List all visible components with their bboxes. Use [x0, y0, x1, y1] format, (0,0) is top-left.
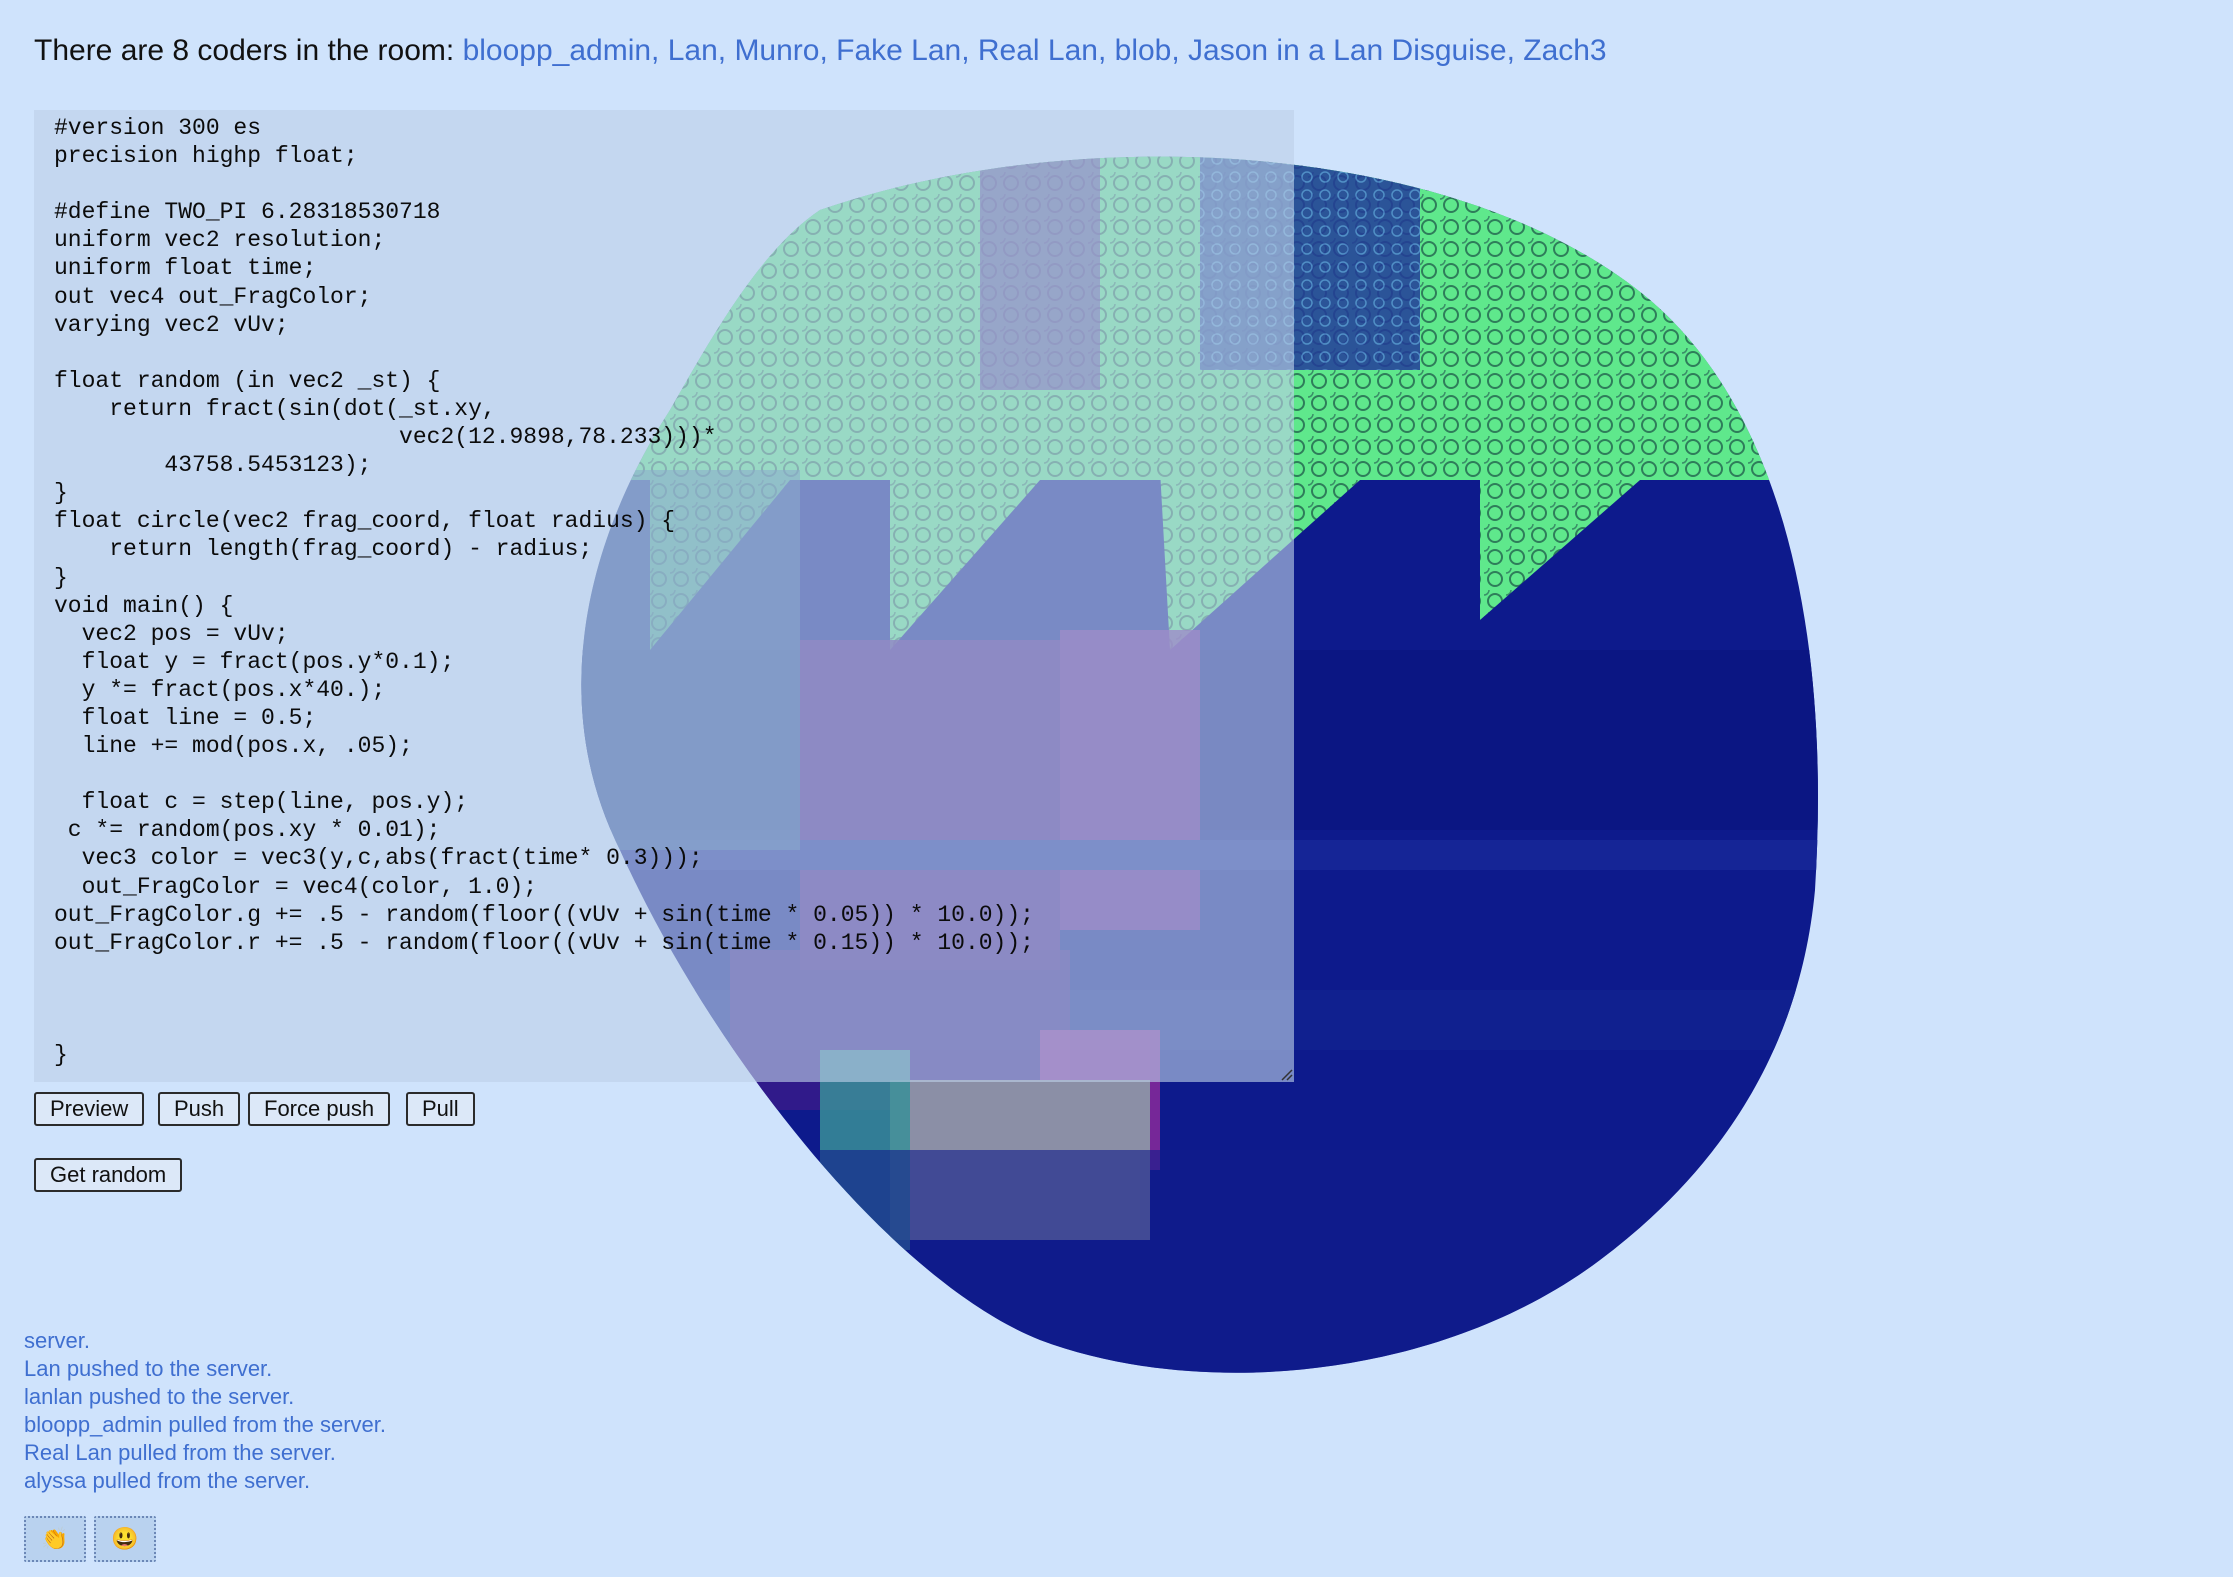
code-line: vec3 color = vec3(y,c,abs(fract(time* 0.…	[54, 845, 703, 872]
code-line: out_FragColor = vec4(color, 1.0);	[54, 873, 538, 900]
code-line: }	[54, 480, 68, 507]
code-line: y *= fract(pos.x*40.);	[54, 676, 386, 703]
code-line: precision highp float;	[54, 143, 358, 170]
code-line: float random (in vec2 _st) {	[54, 367, 441, 394]
clap-icon: 👏	[41, 1526, 69, 1551]
room-header: There are 8 coders in the room: bloopp_a…	[34, 34, 1607, 68]
coder-names: bloopp_admin, Lan, Munro, Fake Lan, Real…	[462, 34, 1607, 67]
code-line: out_FragColor.g += .5 - random(floor((vU…	[54, 901, 1034, 928]
log-entry: alyssa pulled from the server.	[24, 1468, 311, 1493]
code-line: out vec4 out_FragColor;	[54, 283, 372, 310]
log-entry: lanlan pushed to the server.	[24, 1384, 295, 1409]
code-line: line += mod(pos.x, .05);	[54, 733, 413, 760]
code-editor[interactable]: #version 300 es precision highp float; #de…	[34, 110, 1294, 1082]
code-line: uniform float time;	[54, 255, 317, 282]
log-entry: server.	[24, 1328, 91, 1353]
resize-handle-icon[interactable]	[1280, 1068, 1294, 1082]
code-line: c *= random(pos.xy * 0.01);	[54, 817, 441, 844]
code-line: vec2 pos = vUv;	[54, 620, 289, 647]
code-line: out_FragColor.r += .5 - random(floor((vU…	[54, 929, 1034, 956]
activity-log: server. Lan pushed to the server. lanlan p…	[24, 1327, 386, 1495]
force-push-button[interactable]: Force push	[248, 1092, 391, 1126]
code-line: #define TWO_PI 6.28318530718	[54, 199, 441, 226]
smiley-icon: 😃	[111, 1526, 139, 1551]
code-line: float circle(vec2 frag_coord, float radi…	[54, 508, 676, 535]
code-line: }	[54, 564, 68, 591]
code-line: float c = step(line, pos.y);	[54, 789, 469, 816]
code-line: float line = 0.5;	[54, 704, 317, 731]
log-entry: Lan pushed to the server.	[24, 1356, 273, 1381]
coder-count-text: There are 8 coders in the room:	[34, 34, 455, 67]
code-line: }	[54, 1042, 68, 1069]
pull-button[interactable]: Pull	[406, 1092, 475, 1126]
code-line: void main() {	[54, 592, 234, 619]
code-line: float y = fract(pos.y*0.1);	[54, 648, 455, 675]
code-line: uniform vec2 resolution;	[54, 227, 386, 254]
log-entry: bloopp_admin pulled from the server.	[24, 1412, 386, 1437]
smiley-reaction-button[interactable]: 😃	[94, 1516, 156, 1562]
preview-button[interactable]: Preview	[34, 1092, 145, 1126]
get-random-button[interactable]: Get random	[34, 1158, 183, 1192]
clap-reaction-button[interactable]: 👏	[24, 1516, 86, 1562]
code-line: #version 300 es	[54, 115, 262, 141]
code-line: return fract(sin(dot(_st.xy,	[54, 395, 496, 422]
code-line: varying vec2 vUv;	[54, 311, 289, 338]
code-line: 43758.5453123);	[54, 452, 372, 479]
code-line: return length(frag_coord) - radius;	[54, 536, 593, 563]
log-entry: Real Lan pulled from the server.	[24, 1440, 336, 1465]
code-line: vec2(12.9898,78.233)))*	[54, 424, 717, 451]
push-button[interactable]: Push	[158, 1092, 241, 1126]
